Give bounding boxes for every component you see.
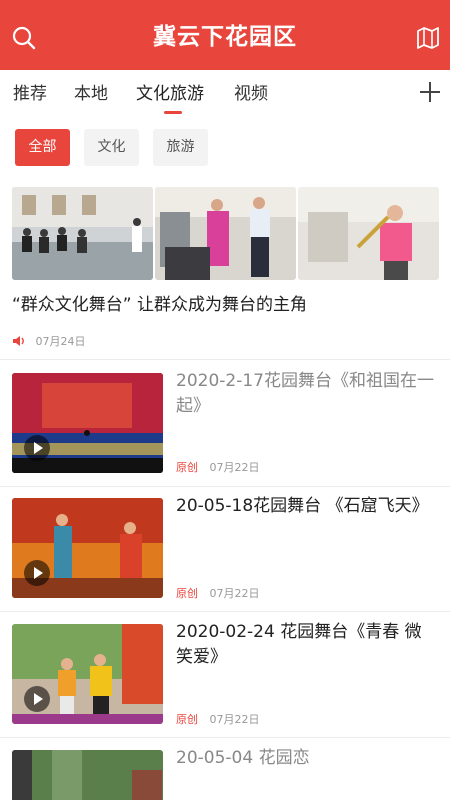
- video-thumbnail[interactable]: [12, 750, 163, 800]
- divider: [0, 486, 450, 487]
- video-date: 07月22日: [209, 713, 260, 726]
- category-tabs: 推荐 本地 文化旅游 视频: [0, 70, 450, 116]
- featured-image-singers[interactable]: [155, 187, 296, 280]
- video-date: 07月22日: [209, 461, 260, 474]
- featured-image-orchestra[interactable]: [12, 187, 153, 280]
- divider: [0, 359, 450, 360]
- original-tag: 原创: [176, 461, 198, 474]
- featured-date: 07月24日: [35, 335, 86, 348]
- app-title: 冀云下花园区: [153, 24, 297, 50]
- video-title[interactable]: 20-05-04 花园恋: [176, 746, 438, 771]
- filter-culture[interactable]: 文化: [84, 129, 139, 166]
- video-title[interactable]: 20-05-18花园舞台 《石窟飞天》: [176, 494, 438, 519]
- video-thumbnail[interactable]: [12, 624, 163, 724]
- filter-travel[interactable]: 旅游: [153, 129, 208, 166]
- play-icon[interactable]: [24, 435, 50, 461]
- speaker-icon[interactable]: [12, 335, 26, 350]
- play-icon[interactable]: [24, 686, 50, 712]
- divider: [0, 611, 450, 612]
- video-thumbnail[interactable]: [12, 498, 163, 598]
- video-date: 07月22日: [209, 587, 260, 600]
- video-meta: 原创 07月22日: [176, 459, 260, 475]
- add-channel-icon[interactable]: [415, 77, 445, 107]
- featured-title[interactable]: “群众文化舞台” 让群众成为舞台的主角: [12, 290, 307, 315]
- map-icon[interactable]: [415, 25, 441, 51]
- video-title[interactable]: 2020-02-24 花园舞台《青春 微笑爱》: [176, 620, 438, 670]
- featured-image-saxophone[interactable]: [298, 187, 439, 280]
- filter-all[interactable]: 全部: [15, 129, 70, 166]
- app-header: 冀云下花园区: [0, 0, 450, 70]
- tab-local[interactable]: 本地: [74, 80, 108, 108]
- divider: [0, 737, 450, 738]
- tab-video[interactable]: 视频: [234, 80, 268, 108]
- video-meta: 原创 07月22日: [176, 585, 260, 601]
- active-tab-indicator: [164, 111, 182, 114]
- video-thumbnail[interactable]: [12, 373, 163, 473]
- original-tag: 原创: [176, 587, 198, 600]
- original-tag: 原创: [176, 713, 198, 726]
- video-meta: 原创 07月22日: [176, 711, 260, 727]
- tab-recommend[interactable]: 推荐: [13, 80, 47, 108]
- tab-culture-travel[interactable]: 文化旅游: [136, 80, 204, 108]
- featured-meta: 07月24日: [12, 333, 86, 350]
- play-icon[interactable]: [24, 560, 50, 586]
- video-title[interactable]: 2020-2-17花园舞台《和祖国在一起》: [176, 369, 438, 419]
